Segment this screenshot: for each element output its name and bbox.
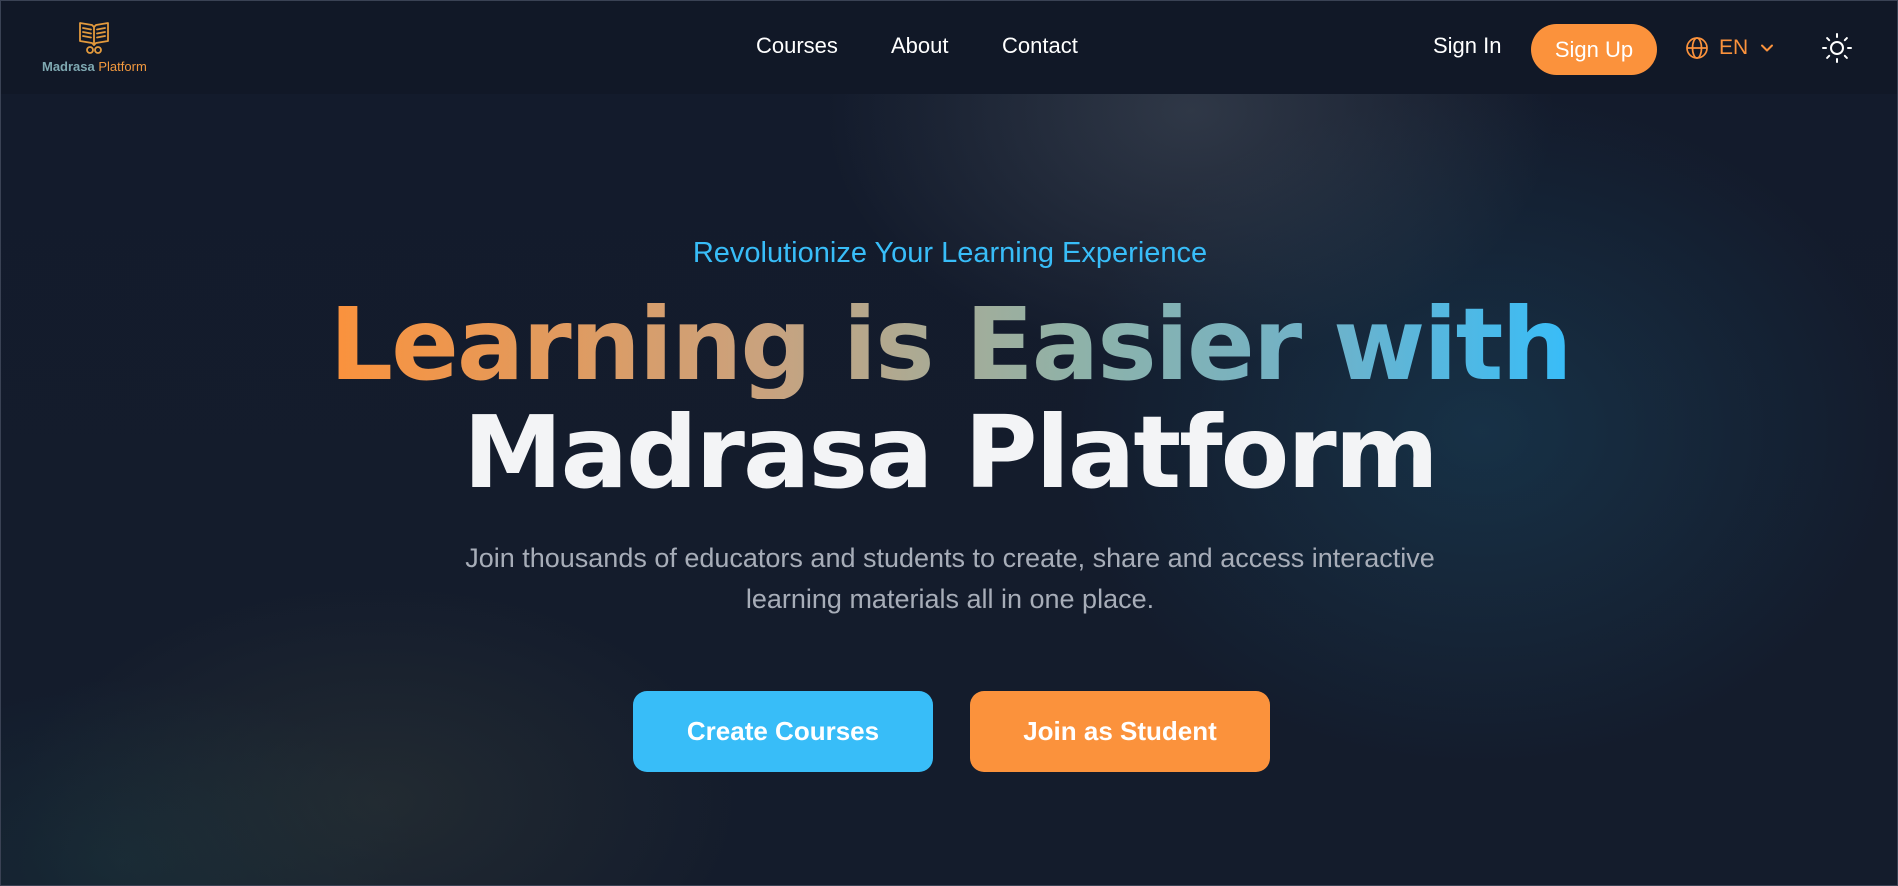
nav-link-about[interactable]: About [891, 33, 949, 59]
brand-logo[interactable]: Madrasa Platform [41, 19, 156, 79]
language-selector[interactable]: EN [1685, 35, 1774, 61]
create-courses-button[interactable]: Create Courses [633, 691, 933, 772]
hero-subtitle: Join thousands of educators and students… [465, 543, 1435, 614]
sun-icon[interactable] [1821, 32, 1853, 64]
globe-icon [1686, 37, 1708, 59]
hero-headline-line2: Madrasa Platform [463, 394, 1439, 511]
language-code: EN [1719, 36, 1749, 59]
hero-headline: Learning is Easier with Madrasa Platform [1, 286, 1897, 511]
open-book-icon [79, 22, 109, 54]
chevron-down-icon [1761, 44, 1774, 52]
hero-tagline: Revolutionize Your Learning Experience [692, 237, 1208, 269]
sign-up-button[interactable]: Sign Up [1531, 24, 1657, 75]
top-navbar: Madrasa Platform Courses About Contact S… [1, 1, 1897, 94]
hero-headline-line1: Learning is Easier with [329, 286, 1572, 403]
page-frame: Madrasa Platform Courses About Contact S… [0, 0, 1898, 886]
nav-link-contact[interactable]: Contact [1002, 33, 1078, 59]
brand-name: Madrasa Platform [42, 59, 147, 74]
brand-name-part2: Platform [98, 59, 147, 74]
nav-link-courses[interactable]: Courses [756, 33, 838, 59]
join-as-student-button[interactable]: Join as Student [970, 691, 1270, 772]
sign-in-link[interactable]: Sign In [1433, 33, 1502, 59]
brand-name-part1: Madrasa [42, 59, 95, 74]
